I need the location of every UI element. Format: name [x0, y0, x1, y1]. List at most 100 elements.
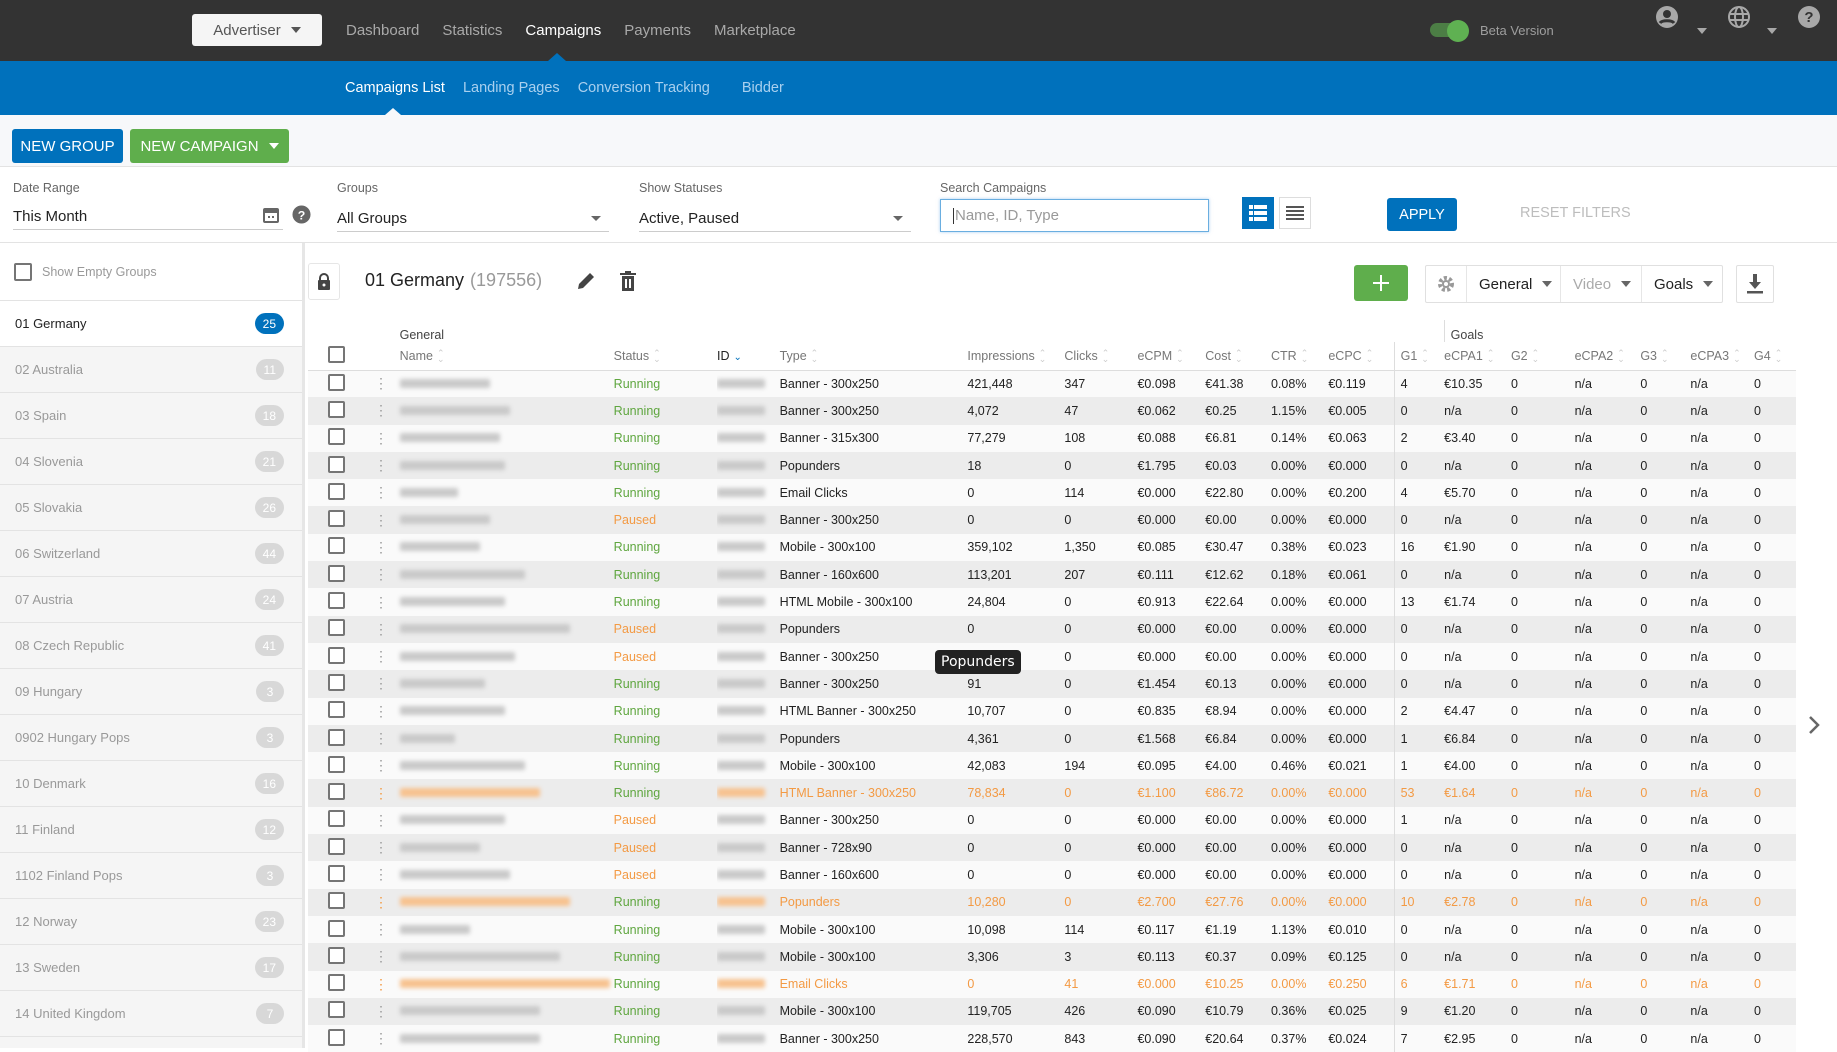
campaign-row[interactable]: ⋮ Running Mobile - 300x100 119,705 426 €0.090… — [308, 997, 1796, 1026]
column-header-ecpm[interactable]: eCPM ⌃ ⌄ — [1137, 342, 1206, 371]
sidebar-group-item[interactable]: 14 United Kingdom 7 — [0, 991, 302, 1037]
row-menu-icon[interactable]: ⋮ — [366, 779, 396, 807]
row-checkbox[interactable] — [327, 646, 345, 664]
row-checkbox[interactable] — [327, 564, 345, 582]
campaign-row[interactable]: ⋮ Running Popunders 4,361 0 €1.568 €6.84 0.00% €… — [308, 724, 1796, 753]
row-menu-icon[interactable]: ⋮ — [366, 479, 396, 507]
nav-statistics[interactable]: Statistics — [442, 22, 502, 39]
row-checkbox[interactable] — [327, 783, 345, 801]
column-header-ctr[interactable]: CTR ⌃ ⌄ — [1270, 342, 1329, 371]
sidebar-group-item[interactable]: 13 Sweden 17 — [0, 945, 302, 991]
subnav-bidder[interactable]: Bidder — [742, 80, 784, 96]
column-header-name[interactable]: Name ⌃ ⌄ — [395, 342, 614, 371]
campaign-name[interactable] — [395, 588, 614, 616]
row-checkbox[interactable] — [327, 837, 345, 855]
row-menu-icon[interactable]: ⋮ — [366, 561, 396, 589]
campaign-name[interactable] — [395, 752, 614, 780]
detailed-view-button[interactable] — [1242, 197, 1274, 229]
scroll-right-button[interactable] — [1808, 715, 1820, 740]
campaign-name[interactable] — [395, 970, 614, 998]
row-checkbox[interactable] — [327, 537, 345, 555]
sidebar-group-item[interactable]: 1102 Finland Pops 3 — [0, 853, 302, 899]
row-checkbox[interactable] — [327, 892, 345, 910]
campaign-row[interactable]: ⋮ Running HTML Mobile - 300x100 24,804 0 €0.9… — [308, 588, 1796, 616]
campaign-name[interactable] — [395, 834, 614, 862]
row-checkbox[interactable] — [327, 864, 345, 882]
apply-button[interactable]: APPLY — [1387, 198, 1457, 231]
row-checkbox[interactable] — [327, 592, 345, 610]
new-campaign-button[interactable]: NEW CAMPAIGN — [130, 129, 289, 163]
campaign-name[interactable] — [395, 424, 614, 452]
row-menu-icon[interactable]: ⋮ — [366, 861, 396, 889]
subnav-conversion-tracking[interactable]: Conversion Tracking — [578, 80, 710, 96]
campaign-name[interactable] — [395, 642, 614, 671]
account-icon[interactable] — [1655, 5, 1679, 29]
sidebar-group-item[interactable]: 09 Hungary 3 — [0, 669, 302, 715]
row-menu-icon[interactable]: ⋮ — [366, 970, 396, 998]
row-checkbox[interactable] — [327, 400, 345, 418]
campaign-row[interactable]: ⋮PausedBanner - 300x25000€0.000€0.000.00… — [308, 642, 1796, 671]
campaign-row[interactable]: ⋮ Running Banner - 300x250 91 0 €1.454 €0.13 0.… — [308, 670, 1796, 698]
sidebar-group-item[interactable]: 01 Germany 25 — [0, 301, 302, 347]
campaign-name[interactable] — [395, 724, 614, 753]
campaign-row[interactable]: ⋮ Running HTML Banner - 300x250 78,834 0 €1.1… — [308, 779, 1796, 807]
column-header-g1[interactable]: G1 ⌃ ⌄ — [1393, 342, 1445, 371]
row-menu-icon[interactable]: ⋮ — [366, 697, 396, 725]
row-checkbox[interactable] — [327, 510, 345, 528]
campaign-row[interactable]: ⋮ Paused Banner - 728x90 0 0 €0.000 €0.00 0.00%… — [308, 834, 1796, 862]
campaign-name[interactable] — [395, 615, 614, 643]
row-checkbox[interactable] — [327, 919, 345, 937]
row-checkbox[interactable] — [327, 755, 345, 773]
row-menu-icon[interactable]: ⋮ — [366, 888, 396, 916]
delete-icon[interactable] — [620, 271, 636, 291]
account-chevron-down-icon[interactable] — [1697, 28, 1707, 34]
reset-filters-button[interactable]: RESET FILTERS — [1520, 205, 1631, 221]
sidebar-group-item[interactable]: 08 Czech Republic 41 — [0, 623, 302, 669]
compact-view-button[interactable] — [1279, 197, 1311, 229]
add-campaign-button[interactable] — [1354, 265, 1408, 301]
row-menu-icon[interactable]: ⋮ — [366, 424, 396, 452]
column-header-id[interactable]: ID ⌄ — [716, 342, 780, 371]
sidebar-group-item[interactable]: 05 Slovakia 26 — [0, 485, 302, 531]
download-button[interactable] — [1736, 265, 1774, 303]
row-menu-icon[interactable]: ⋮ — [366, 451, 396, 480]
campaign-row[interactable]: ⋮ Running Popunders 10,280 0 €2.700 €27.76 0.00… — [308, 888, 1796, 916]
campaign-name[interactable] — [395, 370, 614, 398]
column-header-ecpa1[interactable]: eCPA1 ⌃ ⌄ — [1444, 342, 1511, 371]
role-selector[interactable]: Advertiser — [192, 14, 322, 46]
row-menu-icon[interactable]: ⋮ — [366, 806, 396, 835]
campaign-row[interactable]: ⋮ Running Mobile - 300x100 359,102 1,350 €0.0… — [308, 533, 1796, 562]
column-set-goals[interactable]: Goals — [1642, 266, 1722, 302]
column-header-ecpa2[interactable]: eCPA2 ⌃ ⌄ — [1574, 342, 1641, 371]
campaign-row[interactable]: ⋮ Running Banner - 160x600 113,201 207 €0.111… — [308, 561, 1796, 589]
beta-switch[interactable] — [1430, 20, 1470, 42]
column-header-ecpc[interactable]: eCPC ⌃ ⌄ — [1328, 342, 1395, 371]
row-checkbox[interactable] — [327, 974, 345, 992]
nav-payments[interactable]: Payments — [624, 22, 691, 39]
column-header-type[interactable]: Type ⌃ ⌄ — [779, 342, 968, 371]
beta-toggle[interactable]: Beta Version — [1430, 20, 1554, 42]
column-header-clicks[interactable]: Clicks ⌃ ⌄ — [1064, 342, 1138, 371]
campaign-row[interactable]: ⋮PausedBanner - 300x25000€0.000€0.000.00… — [308, 506, 1796, 534]
column-header-g3[interactable]: G3 ⌃ ⌄ — [1640, 342, 1691, 371]
column-header-cost[interactable]: Cost ⌃ ⌄ — [1205, 342, 1271, 371]
campaign-name[interactable] — [395, 670, 614, 698]
row-checkbox[interactable] — [327, 482, 345, 500]
row-checkbox[interactable] — [327, 373, 345, 391]
statuses-select[interactable]: Active, Paused — [639, 206, 911, 232]
select-all-checkbox[interactable] — [327, 345, 345, 363]
language-chevron-down-icon[interactable] — [1767, 28, 1777, 34]
row-checkbox[interactable] — [327, 673, 345, 691]
sidebar-group-item[interactable]: 06 Switzerland 44 — [0, 531, 302, 577]
row-menu-icon[interactable]: ⋮ — [366, 724, 396, 753]
help-icon[interactable]: ? — [292, 205, 311, 224]
row-menu-icon[interactable]: ⋮ — [366, 506, 396, 534]
search-input[interactable]: Name, ID, Type — [940, 199, 1209, 232]
show-empty-groups[interactable]: Show Empty Groups — [0, 243, 302, 301]
campaign-row[interactable]: ⋮PausedBanner - 300x25000€0.000€0.000.00… — [308, 806, 1796, 835]
row-checkbox[interactable] — [327, 1028, 345, 1046]
column-header-ecpa3[interactable]: eCPA3 ⌃ ⌄ — [1690, 342, 1755, 371]
column-header-g4[interactable]: G4 ⌃ ⌄ — [1754, 342, 1796, 371]
row-menu-icon[interactable]: ⋮ — [366, 615, 396, 643]
row-menu-icon[interactable]: ⋮ — [366, 370, 396, 398]
